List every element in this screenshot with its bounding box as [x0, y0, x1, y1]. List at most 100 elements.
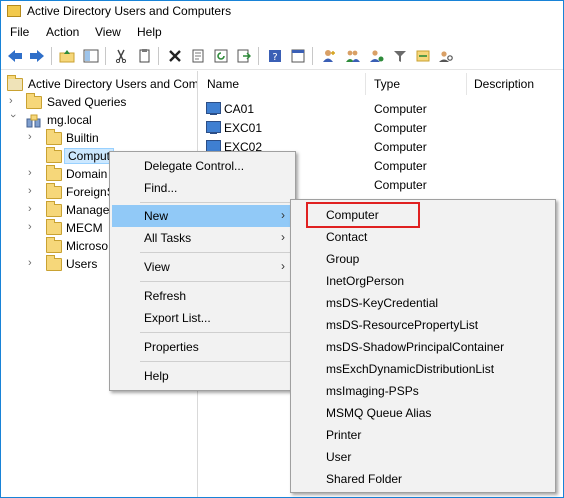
svg-text:?: ?: [272, 52, 277, 63]
menu-export-list[interactable]: Export List...: [112, 307, 293, 329]
menu-refresh[interactable]: Refresh: [112, 285, 293, 307]
list-row[interactable]: CA01 Computer: [199, 99, 563, 118]
submenu-item-label: msDS-ShadowPrincipalContainer: [326, 340, 505, 354]
console-icon[interactable]: [288, 46, 308, 66]
back-arrow-icon[interactable]: [5, 46, 25, 66]
new-group[interactable]: Group: [293, 248, 553, 270]
expand-chevron-icon[interactable]: ›: [28, 203, 38, 215]
properties-icon[interactable]: [188, 46, 208, 66]
tree-item-builtin[interactable]: › Builtin: [6, 129, 196, 148]
tree-root-label: Active Directory Users and Com: [28, 77, 198, 91]
menu-file[interactable]: File: [10, 25, 29, 39]
menu-separator: [140, 332, 290, 333]
expand-chevron-icon[interactable]: ›: [28, 257, 38, 269]
menu-view[interactable]: View ›: [112, 256, 293, 278]
menu-find[interactable]: Find...: [112, 177, 293, 199]
new-msimaging-psps[interactable]: msImaging-PSPs: [293, 380, 553, 402]
folder-icon: [46, 129, 62, 145]
window-title: Active Directory Users and Computers: [27, 4, 232, 18]
folder-icon: [46, 255, 62, 271]
submenu-item-label: Group: [326, 252, 360, 266]
folder-icon: [26, 93, 42, 109]
new-msmq-queue-alias[interactable]: MSMQ Queue Alias: [293, 402, 553, 424]
tree-item-label: MECM: [66, 221, 103, 235]
toolbar: ?: [1, 42, 563, 70]
submenu-arrow-icon: ›: [281, 208, 285, 222]
expand-chevron-icon[interactable]: ›: [9, 95, 19, 107]
row-type: Computer: [374, 121, 427, 135]
row-type: Computer: [374, 159, 427, 173]
export-list-icon[interactable]: [234, 46, 254, 66]
submenu-arrow-icon: ›: [281, 230, 285, 244]
up-folder-icon[interactable]: [57, 46, 77, 66]
tree-item-label: Users: [66, 257, 98, 271]
forward-arrow-icon[interactable]: [27, 46, 47, 66]
submenu-item-label: msExchDynamicDistributionList: [326, 362, 495, 376]
column-divider[interactable]: [466, 73, 467, 95]
new-msds-shadowprincipalcontainer[interactable]: msDS-ShadowPrincipalContainer: [293, 336, 553, 358]
submenu-item-label: InetOrgPerson: [326, 274, 405, 288]
expand-chevron-icon[interactable]: ›: [28, 185, 38, 197]
filter-icon[interactable]: [390, 46, 410, 66]
snapin-icon: [7, 75, 23, 91]
tree-item-label: ForeignS: [66, 185, 115, 199]
menu-item-label: Find...: [144, 181, 178, 195]
ou-folder-icon: [46, 237, 62, 253]
new-msds-resourcepropertylist[interactable]: msDS-ResourcePropertyList: [293, 314, 553, 336]
folder-icon: [46, 147, 62, 163]
add-user-icon[interactable]: [319, 46, 339, 66]
refresh-icon[interactable]: [211, 46, 231, 66]
delete-icon[interactable]: [165, 46, 185, 66]
add-to-group-icon[interactable]: [367, 46, 387, 66]
users-settings-icon[interactable]: [436, 46, 456, 66]
tree-item-saved-queries[interactable]: › Saved Queries: [6, 93, 196, 112]
menu-properties[interactable]: Properties: [112, 336, 293, 358]
collapse-chevron-icon[interactable]: ›: [7, 114, 19, 124]
menu-new[interactable]: New ›: [112, 205, 293, 227]
menu-delegate-control[interactable]: Delegate Control...: [112, 155, 293, 177]
show-tree-icon[interactable]: [81, 46, 101, 66]
menu-help[interactable]: Help: [112, 365, 293, 387]
delegate-icon[interactable]: [413, 46, 433, 66]
column-divider[interactable]: [365, 73, 366, 95]
expand-chevron-icon[interactable]: ›: [28, 131, 38, 143]
menu-separator: [140, 361, 290, 362]
list-row[interactable]: EXC01 Computer: [199, 118, 563, 137]
tree-item-label: Domain: [66, 167, 108, 181]
tree-item-label: Microso: [66, 239, 109, 253]
copy-icon[interactable]: [134, 46, 154, 66]
menu-item-label: Export List...: [144, 311, 211, 325]
expand-chevron-icon[interactable]: ›: [28, 221, 38, 233]
new-contact[interactable]: Contact: [293, 226, 553, 248]
cut-icon[interactable]: [111, 46, 131, 66]
menu-help[interactable]: Help: [137, 25, 162, 39]
menu-item-label: Properties: [144, 340, 199, 354]
tree-item-label: Comput: [64, 148, 115, 164]
app-window: Active Directory Users and Computers Fil…: [0, 0, 564, 498]
menu-view[interactable]: View: [95, 25, 121, 39]
menu-item-label: Delegate Control...: [144, 159, 245, 173]
column-header-name[interactable]: Name: [207, 77, 239, 95]
computer-icon: [206, 102, 221, 115]
new-printer[interactable]: Printer: [293, 424, 553, 446]
ou-folder-icon: [46, 165, 62, 181]
help-icon[interactable]: ?: [265, 46, 285, 66]
new-shared-folder[interactable]: Shared Folder: [293, 468, 553, 490]
app-icon: [7, 5, 21, 17]
new-msexchdynamicdistributionlist[interactable]: msExchDynamicDistributionList: [293, 358, 553, 380]
ou-folder-icon: [46, 219, 62, 235]
menu-action[interactable]: Action: [46, 25, 79, 39]
expand-chevron-icon[interactable]: ›: [28, 167, 38, 179]
menu-bar: File Action View Help: [1, 22, 563, 42]
highlight-annotation-box: [306, 202, 420, 228]
add-group-icon[interactable]: [343, 46, 363, 66]
tree-item-domain[interactable]: › mg.local: [6, 112, 196, 130]
new-user[interactable]: User: [293, 446, 553, 468]
tree-root[interactable]: Active Directory Users and Com: [6, 75, 198, 94]
new-inetorgperson[interactable]: InetOrgPerson: [293, 270, 553, 292]
column-header-type[interactable]: Type: [374, 77, 400, 95]
menu-all-tasks[interactable]: All Tasks ›: [112, 227, 293, 249]
new-msds-keycredential[interactable]: msDS-KeyCredential: [293, 292, 553, 314]
column-header-description[interactable]: Description: [474, 77, 534, 95]
submenu-item-label: msDS-KeyCredential: [326, 296, 439, 310]
